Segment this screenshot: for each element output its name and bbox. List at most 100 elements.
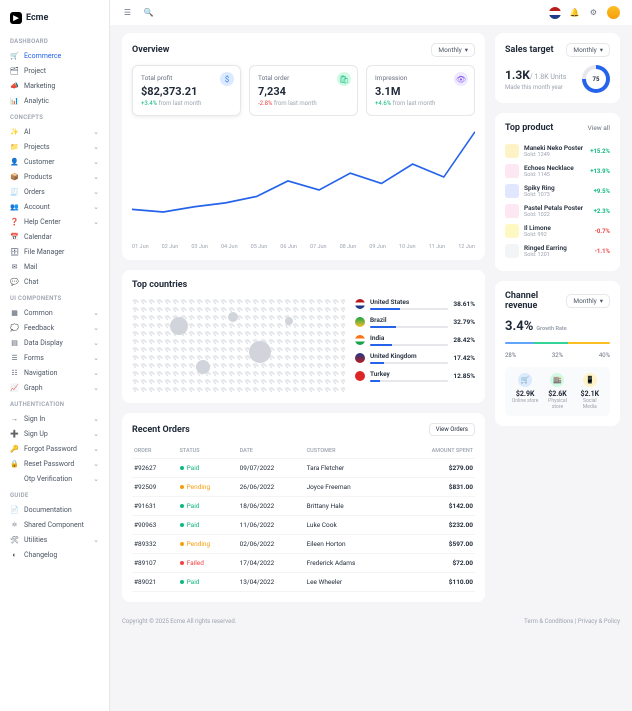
sidebar-item-navigation[interactable]: ☷Navigation⌄ <box>0 365 109 380</box>
sidebar-item-forgot-password[interactable]: 🔑Forgot Password⌄ <box>0 441 109 456</box>
sidebar-item-feedback[interactable]: 💭Feedback⌄ <box>0 320 109 335</box>
order-id: #92627 <box>132 459 178 478</box>
view-orders-button[interactable]: View Orders <box>429 423 475 436</box>
sidebar-item-account[interactable]: 👥Account⌄ <box>0 199 109 214</box>
sidebar-item-projects[interactable]: 📁Projects⌄ <box>0 139 109 154</box>
nav-label: AI <box>24 128 30 136</box>
search-icon[interactable]: 🔍 <box>143 7 154 18</box>
stat-box[interactable]: $Total profit$82,373.21+3.4% from last m… <box>132 65 241 116</box>
signup-icon: ➕ <box>10 429 19 438</box>
sidebar-item-graph[interactable]: 📈Graph⌄ <box>0 380 109 395</box>
sidebar-item-products[interactable]: 📦Products⌄ <box>0 169 109 184</box>
product-row[interactable]: Pastel Petals PosterSold: 1022+2.3% <box>505 201 610 221</box>
view-all-link[interactable]: View all <box>588 124 610 132</box>
flag-icon <box>355 335 365 345</box>
data-display-icon: ▤ <box>10 338 19 347</box>
nav-label: Marketing <box>24 82 55 90</box>
utilities-icon: 🛠 <box>10 535 19 544</box>
sidebar-item-utilities[interactable]: 🛠Utilities⌄ <box>0 532 109 547</box>
product-row[interactable]: Ringed EarringSold: 1201-1.1% <box>505 241 610 261</box>
order-customer: Joyce Freeman <box>305 478 397 497</box>
revenue-segment-label: 40% <box>599 352 610 359</box>
sidebar-item-data-display[interactable]: ▤Data Display⌄ <box>0 335 109 350</box>
chevron-down-icon: ⌄ <box>93 173 99 181</box>
chevron-down-icon: ⌄ <box>93 415 99 423</box>
sidebar-item-ai[interactable]: ✨AI⌄ <box>0 124 109 139</box>
notification-icon[interactable]: 🔔 <box>569 7 580 18</box>
table-row[interactable]: #92627Paid09/07/2022Tara Fletcher$279.00 <box>132 459 475 478</box>
product-row[interactable]: Il LimoneSold: 992-0.7% <box>505 221 610 241</box>
sidebar-item-help-center[interactable]: ❓Help Center⌄ <box>0 214 109 229</box>
sidebar-item-documentation[interactable]: 📄Documentation <box>0 502 109 517</box>
sidebar-item-analytic[interactable]: 📊Analytic <box>0 93 109 108</box>
sidebar-item-orders[interactable]: 🧾Orders⌄ <box>0 184 109 199</box>
settings-icon[interactable]: ⚙ <box>588 7 599 18</box>
stat-value: $82,373.21 <box>141 85 232 98</box>
products-icon: 📦 <box>10 172 19 181</box>
product-thumb <box>505 204 519 218</box>
language-flag[interactable] <box>549 7 561 19</box>
nav-label: File Manager <box>24 248 64 256</box>
sidebar-item-changelog[interactable]: ◐Changelog <box>0 547 109 562</box>
sidebar-item-marketing[interactable]: 📣Marketing <box>0 78 109 93</box>
order-customer: Luke Cook <box>305 516 397 535</box>
sidebar-item-file-manager[interactable]: 🗄File Manager <box>0 244 109 259</box>
product-row[interactable]: Maneki Neko PosterSold: 1249+15.2% <box>505 141 610 161</box>
x-label: 01 Jun <box>132 244 149 250</box>
sidebar-item-shared-component[interactable]: ⚛Shared Component <box>0 517 109 532</box>
channel-revenue-period-select[interactable]: Monthly▾ <box>566 294 610 308</box>
ai-icon: ✨ <box>10 127 19 136</box>
country-pct: 32.79% <box>453 318 475 326</box>
x-label: 12 Jun <box>458 244 475 250</box>
sidebar-item-ecommerce[interactable]: 🛒Ecommerce <box>0 48 109 63</box>
menu-icon[interactable]: ☰ <box>122 7 133 18</box>
stat-box[interactable]: 🛍Total order7,234-2.8% from last month <box>249 65 358 116</box>
product-row[interactable]: Echoes NecklaceSold: 1145+13.9% <box>505 161 610 181</box>
navigation-icon: ☷ <box>10 368 19 377</box>
revenue-box: 🛒$2.9KOnline store <box>511 373 539 410</box>
nav-label: Shared Component <box>24 521 84 529</box>
order-id: #89107 <box>132 554 178 573</box>
stat-label: Total order <box>258 74 349 82</box>
status-badge: Pending <box>180 540 236 548</box>
table-row[interactable]: #89021Paid13/04/2022Lee Wheeler$110.00 <box>132 573 475 592</box>
logo[interactable]: ▶ Ecme <box>0 8 109 32</box>
product-name: Maneki Neko Poster <box>524 144 585 152</box>
table-row[interactable]: #89332Pending02/06/2022Eileen Horton$597… <box>132 535 475 554</box>
table-row[interactable]: #92509Pending26/06/2022Joyce Freeman$831… <box>132 478 475 497</box>
product-sold: Sold: 1249 <box>524 152 585 158</box>
recent-orders-card: Recent Orders View Orders ORDERSTATUSDAT… <box>122 413 485 602</box>
sidebar-item-sign-up[interactable]: ➕Sign Up⌄ <box>0 426 109 441</box>
orders-icon: 🧾 <box>10 187 19 196</box>
documentation-icon: 📄 <box>10 505 19 514</box>
sidebar-item-chat[interactable]: 💬Chat <box>0 274 109 289</box>
sidebar-item-calendar[interactable]: 📅Calendar <box>0 229 109 244</box>
overview-period-select[interactable]: Monthly▾ <box>431 43 475 57</box>
country-name: Turkey <box>370 370 448 378</box>
sidebar-item-customer[interactable]: 👤Customer⌄ <box>0 154 109 169</box>
sidebar-item-forms[interactable]: ☰Forms⌄ <box>0 350 109 365</box>
order-date: 26/06/2022 <box>238 478 305 497</box>
table-row[interactable]: #90963Paid11/06/2022Luke Cook$232.00 <box>132 516 475 535</box>
sidebar-item-common[interactable]: ▦Common⌄ <box>0 305 109 320</box>
stat-box[interactable]: 👁Impression3.1M+4.6% from last month <box>366 65 475 116</box>
sidebar-item-otp-verification[interactable]: Otp Verification⌄ <box>0 471 109 486</box>
product-pct: -1.1% <box>595 248 610 255</box>
product-sold: Sold: 992 <box>524 232 590 238</box>
sidebar-item-sign-in[interactable]: →Sign In⌄ <box>0 411 109 426</box>
user-avatar[interactable] <box>607 6 620 19</box>
product-row[interactable]: Spiky RingSold: 1073+9.5% <box>505 181 610 201</box>
product-thumb <box>505 244 519 258</box>
sidebar-item-project[interactable]: 🗂Project <box>0 63 109 78</box>
footer-link[interactable]: Privacy & Policy <box>578 618 620 625</box>
table-row[interactable]: #91631Paid18/06/2022Brittany Hale$142.00 <box>132 497 475 516</box>
country-pct: 28.42% <box>453 336 475 344</box>
revenue-box-icon: 🛒 <box>518 373 532 387</box>
sidebar-item-reset-password[interactable]: 🔒Reset Password⌄ <box>0 456 109 471</box>
table-row[interactable]: #89107Failed17/04/2022Frederick Adams$72… <box>132 554 475 573</box>
stat-value: 3.1M <box>375 85 466 98</box>
chevron-down-icon: ⌄ <box>93 218 99 226</box>
footer-link[interactable]: Term & Conditions <box>524 618 573 625</box>
sidebar-item-mail[interactable]: ✉Mail <box>0 259 109 274</box>
sales-target-period-select[interactable]: Monthly▾ <box>566 43 610 57</box>
